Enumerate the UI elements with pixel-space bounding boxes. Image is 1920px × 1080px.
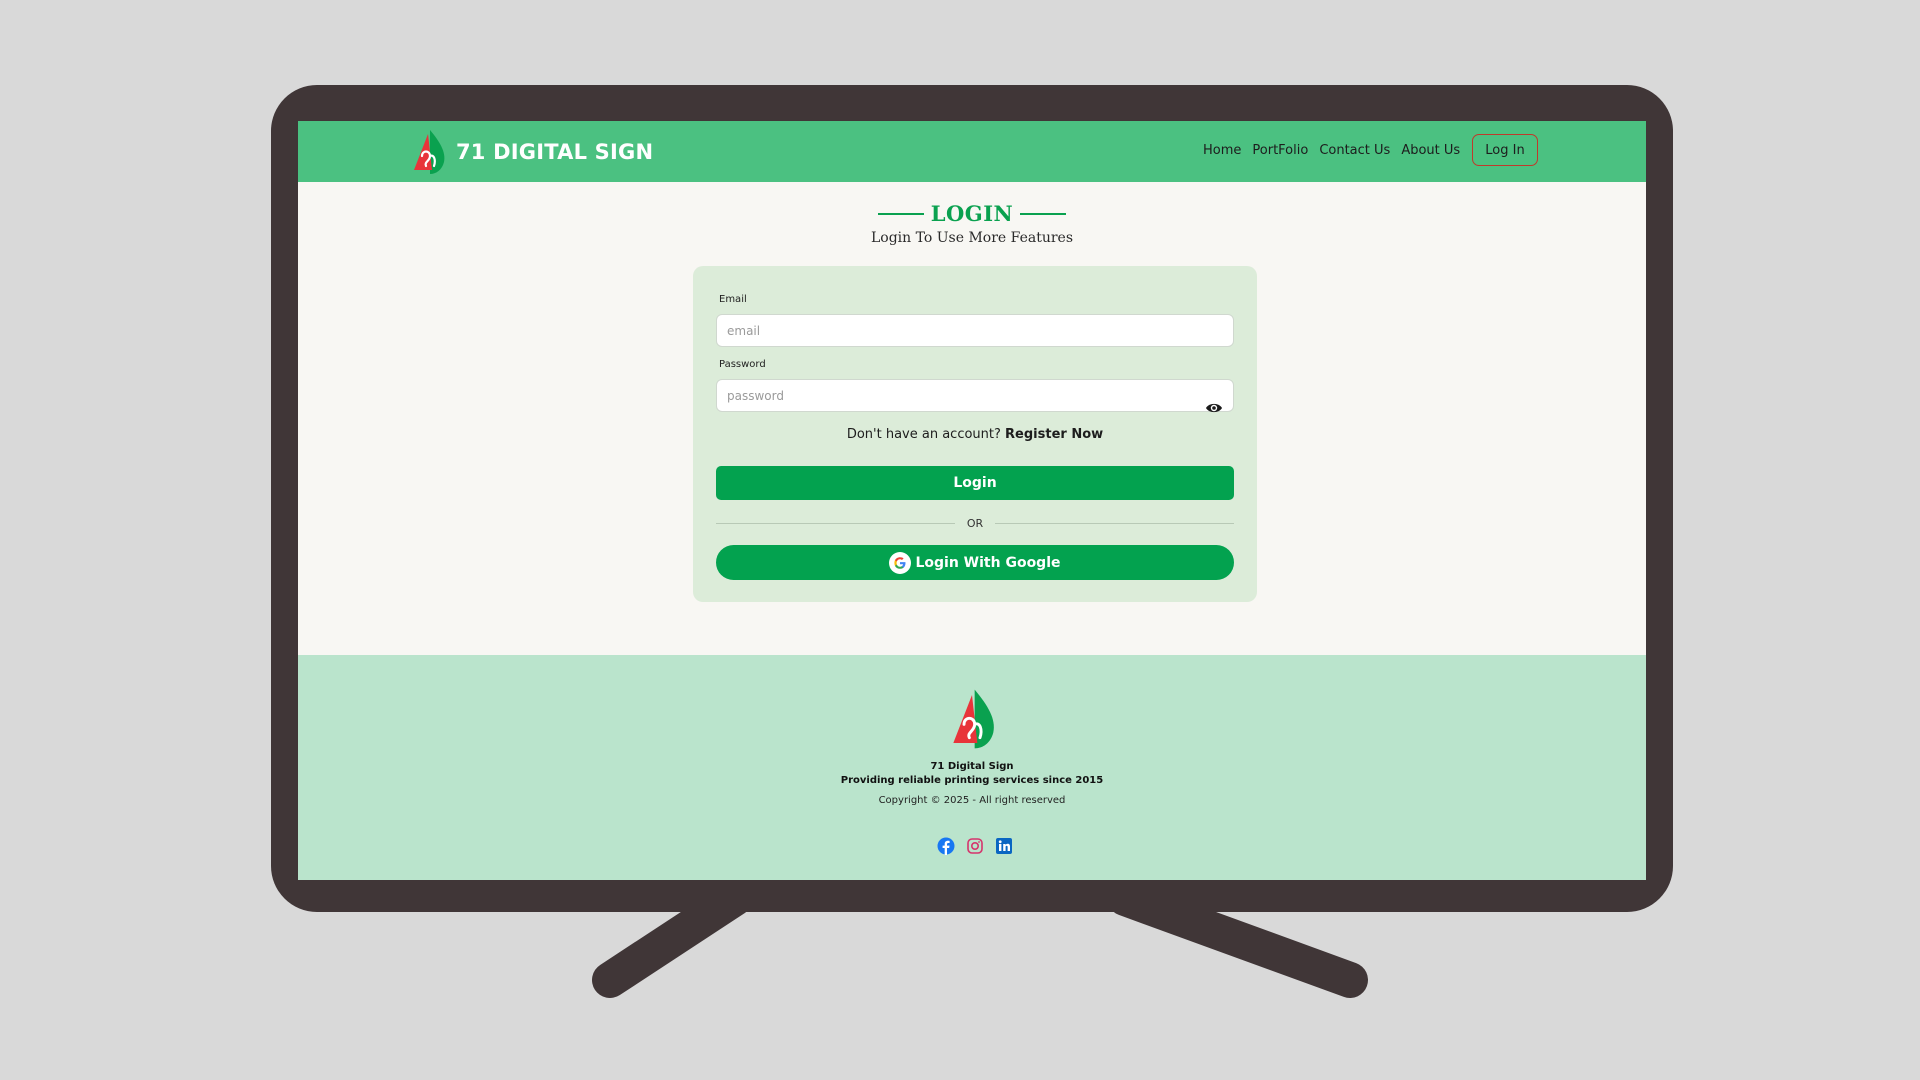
footer: 71 Digital Sign Providing reliable print… — [298, 655, 1646, 880]
social-links — [937, 837, 1024, 855]
page-subtitle: Login To Use More Features — [870, 230, 1074, 246]
nav-contact-us[interactable]: Contact Us — [1319, 143, 1390, 158]
nav-login-button[interactable]: Log In — [1472, 134, 1538, 166]
register-prompt: Don't have an account? — [846, 427, 1001, 442]
linkedin-icon[interactable] — [995, 837, 1013, 855]
logo-icon — [414, 130, 445, 174]
register-link[interactable]: Register Now — [1005, 427, 1103, 442]
google-login-button[interactable]: Login With Google — [716, 545, 1234, 580]
title-line-right — [1020, 212, 1067, 215]
nav-about-us[interactable]: About Us — [1401, 143, 1460, 158]
register-row: Don't have an account? Register Now — [693, 427, 1257, 442]
navbar: 71 DIGITAL SIGN Home PortFolio Contact U… — [298, 121, 1646, 182]
nav-links: Home PortFolio Contact Us About Us — [1203, 143, 1471, 158]
google-icon — [889, 551, 912, 574]
divider-line-left — [716, 522, 955, 524]
password-label: Password — [719, 359, 766, 370]
google-button-label: Login With Google — [915, 554, 1061, 571]
footer-copyright: Copyright © 2025 - All right reserved — [878, 795, 1066, 806]
email-field[interactable] — [716, 314, 1234, 347]
footer-logo-icon — [953, 689, 994, 749]
page-header: LOGIN Login To Use More Features — [298, 201, 1646, 246]
login-card: Email Password Don't have an account? Re… — [693, 266, 1257, 602]
title-line-left — [877, 212, 924, 215]
divider-line-right — [995, 522, 1234, 524]
or-divider: OR — [716, 516, 1234, 530]
footer-company-name: 71 Digital Sign — [930, 761, 1014, 772]
instagram-icon[interactable] — [966, 837, 984, 855]
nav-home[interactable]: Home — [1203, 143, 1241, 158]
email-label: Email — [719, 294, 747, 305]
or-text: OR — [966, 516, 984, 530]
screen: 71 DIGITAL SIGN Home PortFolio Contact U… — [298, 121, 1646, 880]
nav-portfolio[interactable]: PortFolio — [1252, 143, 1308, 158]
brand[interactable]: 71 DIGITAL SIGN — [410, 128, 653, 176]
brand-name: 71 DIGITAL SIGN — [456, 140, 654, 164]
password-field[interactable] — [716, 379, 1234, 412]
footer-tagline: Providing reliable printing services sin… — [840, 775, 1104, 786]
page-title: LOGIN — [930, 201, 1014, 226]
facebook-icon[interactable] — [937, 837, 955, 855]
login-button[interactable]: Login — [716, 466, 1234, 500]
eye-icon[interactable] — [1205, 401, 1223, 415]
